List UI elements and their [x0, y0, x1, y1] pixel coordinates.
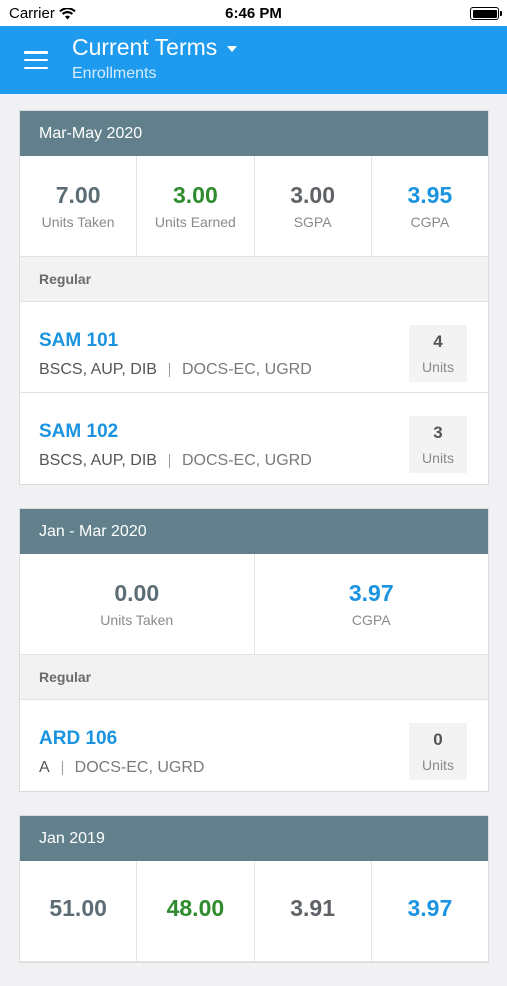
course-item[interactable]: SAM 101 BSCS, AUP, DIB DOCS-EC, UGRD 4 U… — [20, 302, 488, 393]
stat-value: 3.00 — [290, 182, 335, 208]
term-header: Mar-May 2020 — [20, 111, 488, 156]
status-time: 6:46 PM — [225, 5, 282, 22]
stat-units-earned: 3.00 Units Earned — [137, 156, 255, 256]
term-header: Jan - Mar 2020 — [20, 509, 488, 554]
stat-label: Units Taken — [41, 214, 115, 230]
stat-units-taken: 0.00 Units Taken — [20, 554, 255, 654]
term-card: Jan - Mar 2020 0.00 Units Taken 3.97 CGP… — [19, 508, 489, 792]
units-badge: 0 Units — [409, 723, 467, 780]
divider — [168, 454, 170, 468]
units-count: 3 — [433, 423, 443, 442]
term-card: Mar-May 2020 7.00 Units Taken 3.00 Units… — [19, 110, 489, 485]
stat-value: 48.00 — [166, 895, 225, 921]
caret-down-icon — [227, 46, 238, 52]
stat-cgpa: 3.97 — [372, 861, 488, 961]
terms-list: Mar-May 2020 7.00 Units Taken 3.00 Units… — [19, 110, 489, 986]
stat-value: 3.00 — [172, 182, 218, 208]
stat-value: 51.00 — [49, 895, 107, 921]
stat-value: 7.00 — [55, 182, 101, 208]
divider — [61, 761, 63, 775]
stat-value: 3.91 — [290, 895, 335, 921]
divider — [168, 363, 170, 377]
stat-label: Units Taken — [100, 612, 174, 628]
units-badge: 3 Units — [409, 416, 467, 473]
stat-label: CGPA — [351, 612, 391, 628]
term-header: Jan 2019 — [20, 816, 488, 861]
stat-sgpa: 3.00 SGPA — [255, 156, 372, 256]
course-meta: BSCS, AUP, DIB DOCS-EC, UGRD — [39, 361, 312, 379]
course-meta: BSCS, AUP, DIB DOCS-EC, UGRD — [39, 452, 312, 470]
course-org: DOCS-EC, UGRD — [181, 452, 312, 469]
term-card: Jan 2019 51.00 48.00 3.91 3.97 — [19, 815, 489, 963]
stat-label: Units Earned — [154, 214, 236, 230]
course-item[interactable]: SAM 102 BSCS, AUP, DIB DOCS-EC, UGRD 3 U… — [20, 393, 488, 484]
term-stats: 51.00 48.00 3.91 3.97 — [20, 861, 488, 962]
course-code[interactable]: SAM 102 — [39, 421, 118, 443]
course-item[interactable]: ARD 106 A DOCS-EC, UGRD 0 Units — [20, 700, 488, 791]
course-program: A — [39, 759, 50, 776]
stat-cgpa: 3.95 CGPA — [372, 156, 488, 256]
course-org: DOCS-EC, UGRD — [74, 759, 205, 776]
stat-value: 3.97 — [407, 895, 453, 921]
stat-label: SGPA — [293, 214, 332, 230]
app-bar: Current Terms Enrollments — [0, 26, 507, 94]
stat-units-taken: 51.00 — [20, 861, 138, 961]
stat-value: 0.00 — [114, 580, 160, 606]
course-program: BSCS, AUP, DIB — [39, 452, 157, 469]
page-subtitle: Enrollments — [72, 65, 157, 82]
stat-label: CGPA — [410, 214, 450, 230]
stat-sgpa: 3.91 — [255, 861, 372, 961]
units-label: Units — [422, 359, 454, 375]
stat-cgpa: 3.97 CGPA — [255, 554, 489, 654]
course-program: BSCS, AUP, DIB — [39, 361, 157, 378]
stat-units-earned: 48.00 — [137, 861, 255, 961]
term-stats: 7.00 Units Taken 3.00 Units Earned 3.00 … — [20, 156, 488, 257]
course-org: DOCS-EC, UGRD — [181, 361, 312, 378]
units-count: 4 — [433, 332, 443, 351]
course-code[interactable]: SAM 101 — [39, 330, 118, 352]
units-label: Units — [422, 450, 454, 466]
stat-units-taken: 7.00 Units Taken — [20, 156, 138, 256]
course-code[interactable]: ARD 106 — [39, 728, 117, 750]
battery-icon — [470, 7, 502, 20]
menu-icon[interactable] — [22, 48, 50, 72]
units-count: 0 — [433, 730, 443, 749]
stat-value: 3.97 — [348, 580, 394, 606]
section-header: Regular — [20, 257, 488, 302]
units-label: Units — [422, 757, 454, 773]
page-title: Current Terms — [72, 34, 218, 60]
section-header: Regular — [20, 655, 488, 700]
title-dropdown[interactable]: Current Terms Enrollments — [72, 34, 238, 83]
stat-value: 3.95 — [407, 182, 453, 208]
course-meta: A DOCS-EC, UGRD — [39, 759, 204, 777]
units-badge: 4 Units — [409, 325, 467, 382]
status-bar: Carrier 6:46 PM — [0, 0, 507, 26]
term-stats: 0.00 Units Taken 3.97 CGPA — [20, 554, 488, 655]
